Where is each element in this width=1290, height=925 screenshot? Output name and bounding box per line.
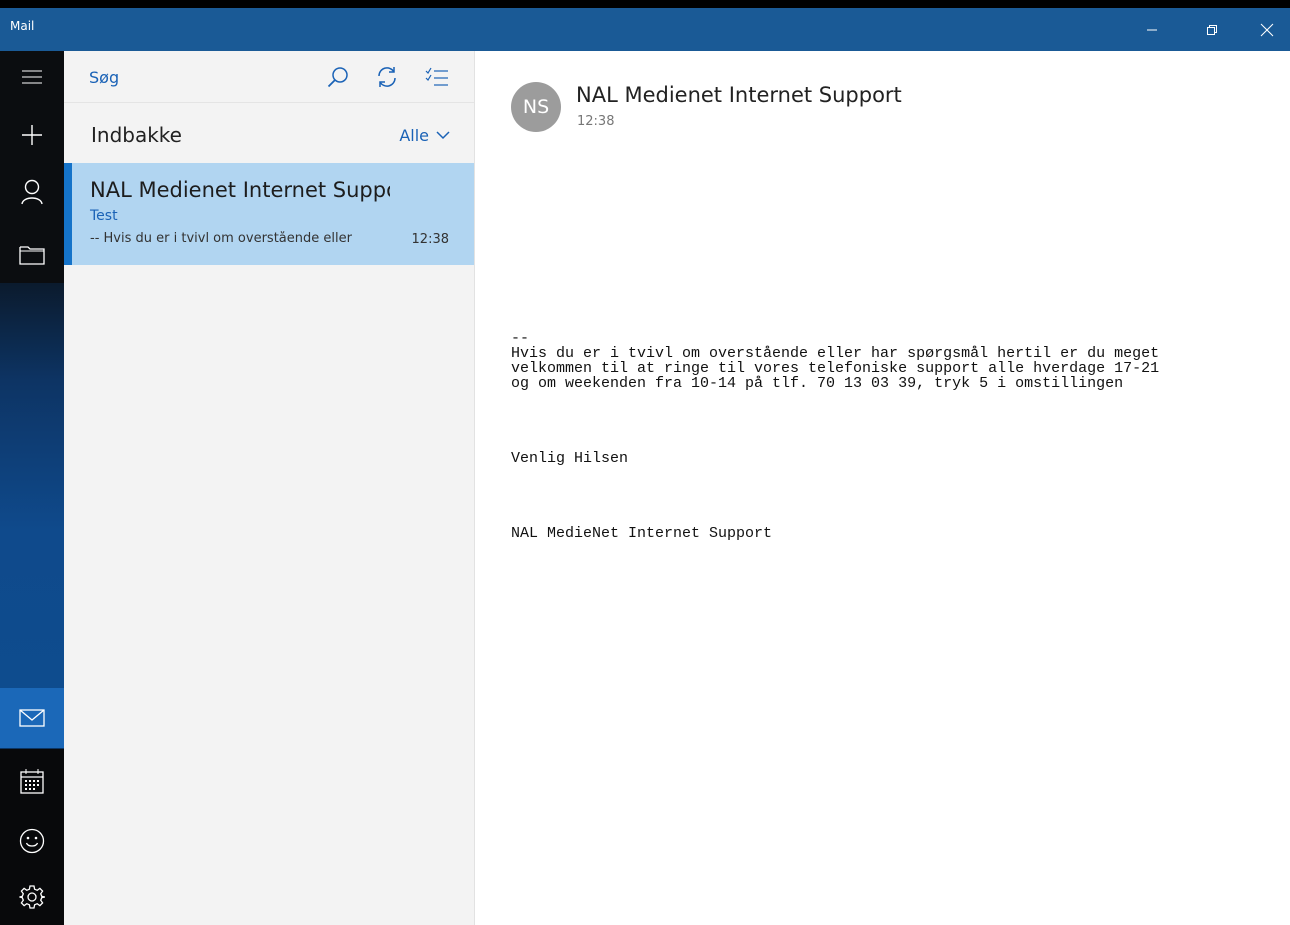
app-title: Mail (10, 19, 35, 33)
settings-icon (19, 885, 45, 909)
new-mail-icon (22, 125, 42, 145)
message-body-line (511, 406, 1281, 421)
accounts-icon (21, 179, 43, 205)
feedback-button[interactable] (0, 813, 64, 869)
reading-pane: NS NAL Medienet Internet Support 12:38 -… (475, 51, 1290, 925)
sync-button[interactable] (371, 61, 403, 93)
message-list-pane: Søg Indbakke Alle NAL Medienet Internet … (64, 51, 475, 925)
reading-time: 12:38 (577, 114, 615, 129)
restore-button[interactable] (1189, 8, 1235, 51)
folders-icon (19, 246, 45, 265)
restore-icon (1207, 24, 1217, 35)
message-body-line (511, 511, 1281, 526)
menu-button[interactable] (0, 51, 64, 103)
new-mail-button[interactable] (0, 109, 64, 161)
search-divider (64, 102, 474, 103)
message-body-line (511, 481, 1281, 496)
message-body-line: NAL MedieNet Internet Support (511, 525, 773, 542)
minimize-icon (1147, 29, 1157, 30)
message-body-line: -- (511, 330, 530, 347)
navigation-rail (0, 51, 64, 925)
mail-icon (19, 709, 45, 727)
message-body: -- Hvis du er i tvivl om overstående elle… (511, 331, 1281, 541)
message-list-item[interactable]: NAL Medienet Internet Support Test -- Hv… (64, 163, 474, 265)
message-time: 12:38 (411, 232, 449, 247)
calendar-icon (20, 769, 44, 794)
filter-label: Alle (399, 126, 429, 145)
message-body-line: og om weekenden fra 10-14 på tlf. 70 13 … (511, 375, 1124, 392)
message-body-line (511, 466, 1281, 481)
folders-button[interactable] (0, 228, 64, 280)
close-button[interactable] (1244, 8, 1290, 51)
accounts-button[interactable] (0, 166, 64, 218)
title-bar: Mail (0, 0, 1290, 51)
message-sender: NAL Medienet Internet Support (90, 178, 390, 202)
message-body-line (511, 391, 1281, 406)
mail-button[interactable] (0, 688, 64, 748)
settings-button[interactable] (0, 871, 64, 923)
selection-accent-bar (64, 163, 72, 265)
search-icon (327, 67, 348, 88)
search-button[interactable] (322, 61, 354, 93)
selection-mode-button[interactable] (421, 61, 453, 93)
feedback-icon (19, 828, 45, 854)
message-body-line (511, 421, 1281, 436)
selection-mode-icon (425, 67, 448, 86)
message-body-line (511, 436, 1281, 451)
folder-title: Indbakke (91, 123, 182, 147)
message-body-line: Venlig Hilsen (511, 450, 629, 467)
calendar-button[interactable] (0, 753, 64, 809)
reading-sender[interactable]: NAL Medienet Internet Support (576, 83, 902, 107)
chevron-down-icon (436, 131, 450, 140)
message-preview: -- Hvis du er i tvivl om overstående ell… (90, 231, 352, 246)
message-body-line: velkommen til at ringe til vores telefon… (511, 360, 1160, 377)
filter-dropdown[interactable]: Alle (399, 126, 450, 145)
minimize-button[interactable] (1129, 8, 1175, 51)
hamburger-icon (22, 70, 42, 84)
message-body-line (511, 496, 1281, 511)
sender-avatar: NS (511, 82, 561, 132)
sync-icon (378, 67, 396, 87)
message-body-line: Hvis du er i tvivl om overstående eller … (511, 345, 1160, 362)
close-icon (1260, 23, 1274, 36)
search-box[interactable]: Søg (89, 68, 119, 87)
message-subject: Test (90, 208, 118, 224)
